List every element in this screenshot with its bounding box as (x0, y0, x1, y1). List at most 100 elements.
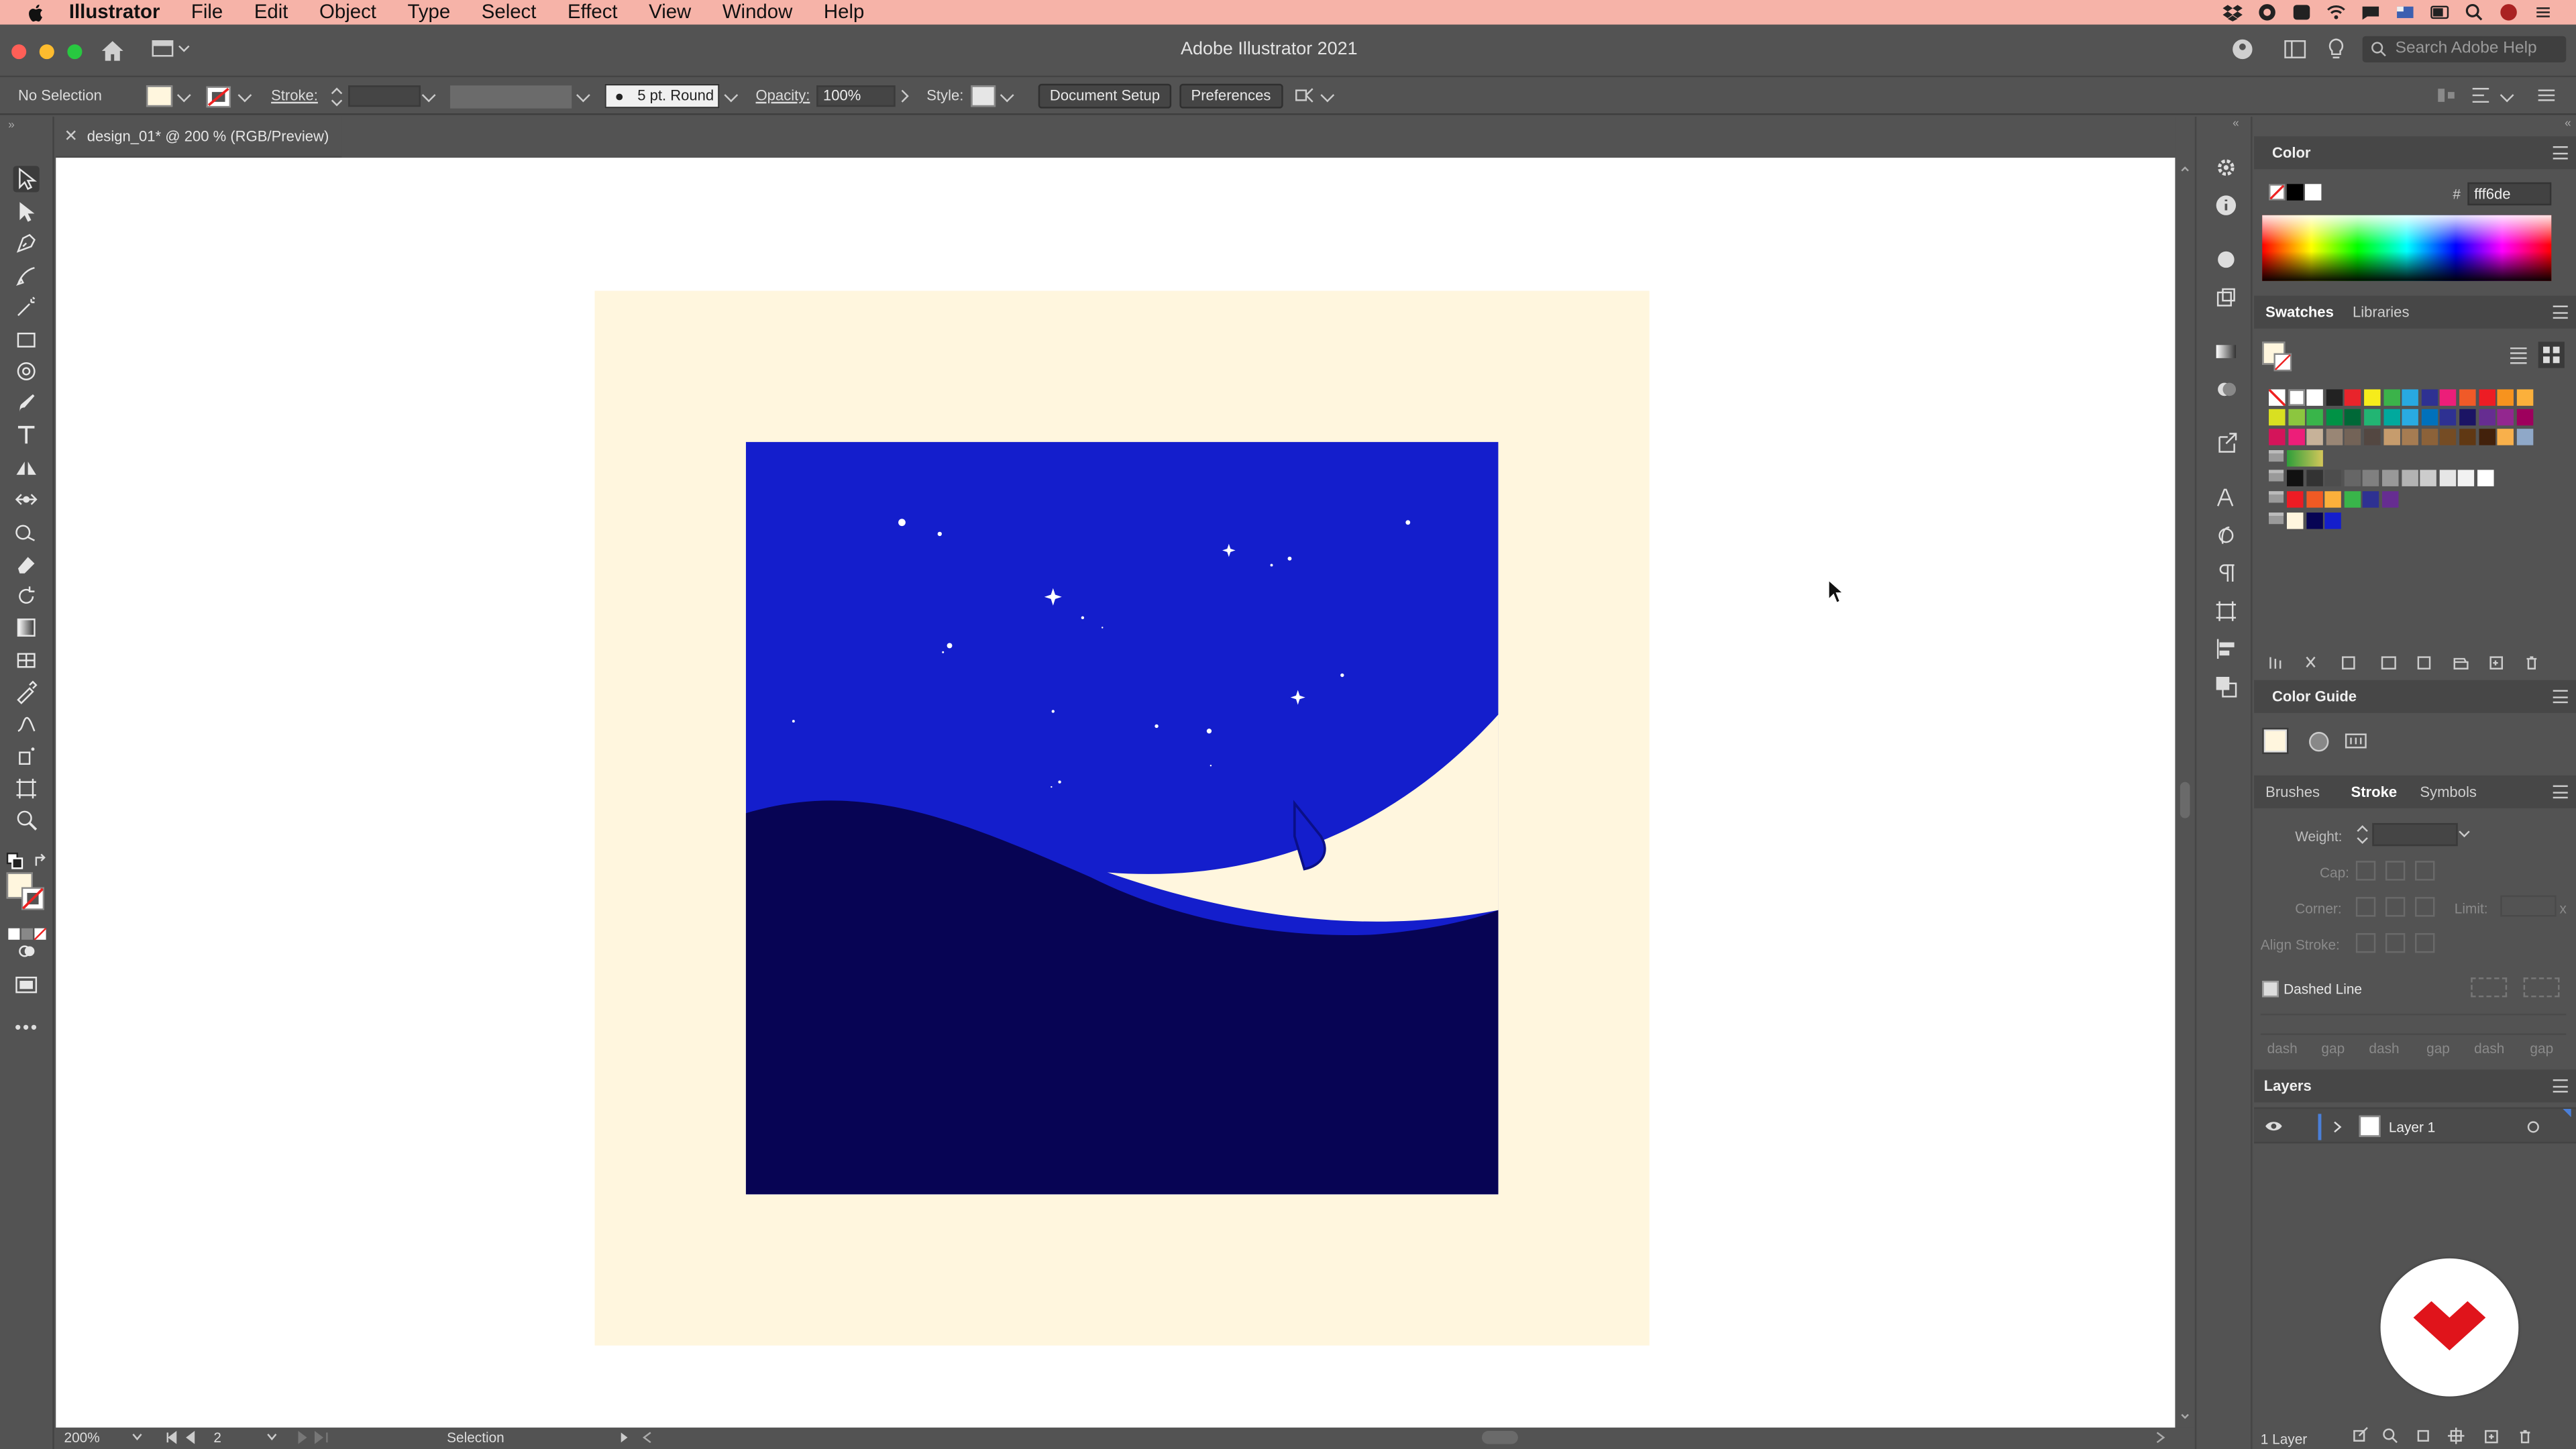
swatch-folder-icon[interactable] (2269, 450, 2284, 462)
scroll-up-icon[interactable] (2180, 164, 2190, 174)
width-tool-icon[interactable] (13, 486, 40, 513)
artboard-nav-first-prev-icons[interactable] (164, 1431, 213, 1444)
cloud-status-icon[interactable] (2231, 38, 2254, 60)
swatch[interactable] (2288, 389, 2304, 406)
stroke-none-swatch[interactable] (205, 85, 231, 108)
tab-brushes[interactable]: Brushes (2265, 784, 2320, 800)
rectangle-tool-icon[interactable] (13, 327, 40, 353)
panel-menu-icon[interactable] (2553, 1079, 2568, 1093)
swatch[interactable] (2459, 389, 2476, 406)
arrange-documents-icon[interactable] (2284, 38, 2306, 60)
layer-row[interactable]: Layer 1 (2254, 1107, 2576, 1144)
magic-wand-tool-icon[interactable] (13, 294, 40, 320)
swatch[interactable] (2458, 470, 2475, 486)
swatch[interactable] (2345, 409, 2362, 426)
swap-fill-stroke-icon[interactable] (33, 848, 49, 866)
stroke-label[interactable]: Stroke: (271, 87, 318, 103)
properties-gear-icon[interactable] (2214, 156, 2237, 179)
active-stroke-swatch[interactable] (2273, 353, 2292, 372)
apple-icon[interactable] (26, 3, 46, 22)
swatch[interactable] (2364, 409, 2381, 426)
preserve-dash-button[interactable] (2471, 977, 2508, 998)
pen-tool-icon[interactable] (13, 230, 40, 256)
swatch[interactable] (2324, 513, 2342, 529)
gradient-panel-icon[interactable] (2214, 340, 2237, 363)
miter-join-button[interactable] (2355, 897, 2376, 917)
swatch[interactable] (2363, 470, 2380, 486)
none-color-icon[interactable] (2269, 184, 2286, 201)
battery-icon[interactable] (2430, 3, 2449, 21)
weight-input[interactable] (2372, 822, 2458, 847)
artboard-nav-next-last-icons[interactable] (296, 1431, 332, 1444)
swatch[interactable] (2401, 470, 2418, 486)
swatch[interactable] (2288, 429, 2304, 445)
menu-file[interactable]: File (191, 0, 223, 25)
night-sky-illustration[interactable] (745, 441, 1499, 1195)
swatch[interactable] (2286, 513, 2304, 529)
flag-icon[interactable] (2396, 3, 2415, 21)
artboard-number[interactable]: 2 (213, 1430, 221, 1446)
swatch[interactable] (2440, 389, 2457, 406)
swatch[interactable] (2269, 409, 2286, 426)
color-spectrum[interactable] (2262, 215, 2552, 281)
layer-name[interactable]: Layer 1 (2389, 1119, 2435, 1135)
menu-edit[interactable]: Edit (254, 0, 288, 25)
stroke-weight-input[interactable] (348, 85, 421, 107)
swatch[interactable] (2421, 429, 2438, 445)
info-icon[interactable] (2214, 194, 2237, 217)
eraser-tool-icon[interactable] (13, 550, 40, 576)
control-center-icon[interactable] (2533, 3, 2553, 21)
layers-panel-header[interactable]: Layers (2254, 1069, 2576, 1103)
swatch[interactable] (2439, 470, 2456, 486)
swatch[interactable] (2382, 470, 2399, 486)
menu-effect[interactable]: Effect (568, 0, 618, 25)
align-center-button[interactable] (2355, 933, 2376, 953)
swatch[interactable] (2344, 491, 2361, 508)
zoom-tool-icon[interactable] (13, 806, 40, 833)
panel-menu-icon[interactable] (2553, 146, 2568, 160)
limit-input[interactable] (2500, 895, 2557, 917)
swatch[interactable] (2478, 389, 2496, 406)
horizontal-scrollbar-thumb[interactable] (1481, 1431, 1518, 1444)
dropbox-icon[interactable] (2222, 3, 2243, 21)
menu-object[interactable]: Object (319, 0, 376, 25)
menu-type[interactable]: Type (408, 0, 451, 25)
opentype-icon[interactable] (2214, 524, 2237, 547)
variable-width-profile[interactable] (450, 85, 572, 109)
default-fill-stroke-icon[interactable] (6, 848, 23, 869)
swatch[interactable] (2516, 409, 2533, 426)
swatch[interactable] (2478, 429, 2496, 445)
swatch[interactable] (2459, 429, 2476, 445)
curvature-tool-icon[interactable] (13, 263, 40, 289)
align-panel-icon[interactable] (2214, 637, 2237, 660)
quick-actions-dropdown-icon[interactable] (1320, 88, 1335, 103)
swatch[interactable] (2269, 429, 2286, 445)
eye-icon[interactable] (2264, 1119, 2284, 1134)
base-color-swatch[interactable] (2262, 727, 2289, 755)
swatch[interactable] (2288, 409, 2304, 426)
screen-mode-icon[interactable] (13, 971, 40, 997)
color-gradient-none-icons[interactable] (8, 920, 48, 941)
close-tab-icon[interactable]: ✕ (64, 117, 78, 158)
swatch[interactable] (2306, 409, 2324, 426)
swatch-folder-icon[interactable] (2269, 491, 2284, 503)
preferences-button[interactable]: Preferences (1179, 83, 1283, 109)
hex-input[interactable]: fff6de (2467, 182, 2552, 206)
wifi-icon[interactable] (2326, 3, 2346, 21)
artboard-tool-icon[interactable] (13, 775, 40, 802)
swatch[interactable] (2363, 491, 2380, 508)
paragraph-icon[interactable] (2214, 562, 2237, 585)
menu-select[interactable]: Select (482, 0, 537, 25)
swatch[interactable] (2440, 429, 2457, 445)
align-outside-button[interactable] (2415, 933, 2435, 953)
fill-dropdown-icon[interactable] (176, 88, 191, 103)
transparency-icon[interactable] (2214, 378, 2237, 400)
swatch[interactable] (2516, 389, 2533, 406)
search-help-input[interactable]: Search Adobe Help (2362, 36, 2567, 63)
paintbrush-tool-icon[interactable] (13, 391, 40, 417)
swatch[interactable] (2324, 491, 2342, 508)
panels-collapse-icon[interactable]: « (2565, 118, 2571, 129)
brush-dropdown-icon[interactable] (724, 88, 739, 103)
butt-cap-button[interactable] (2355, 861, 2376, 881)
swatch[interactable] (2383, 389, 2400, 406)
